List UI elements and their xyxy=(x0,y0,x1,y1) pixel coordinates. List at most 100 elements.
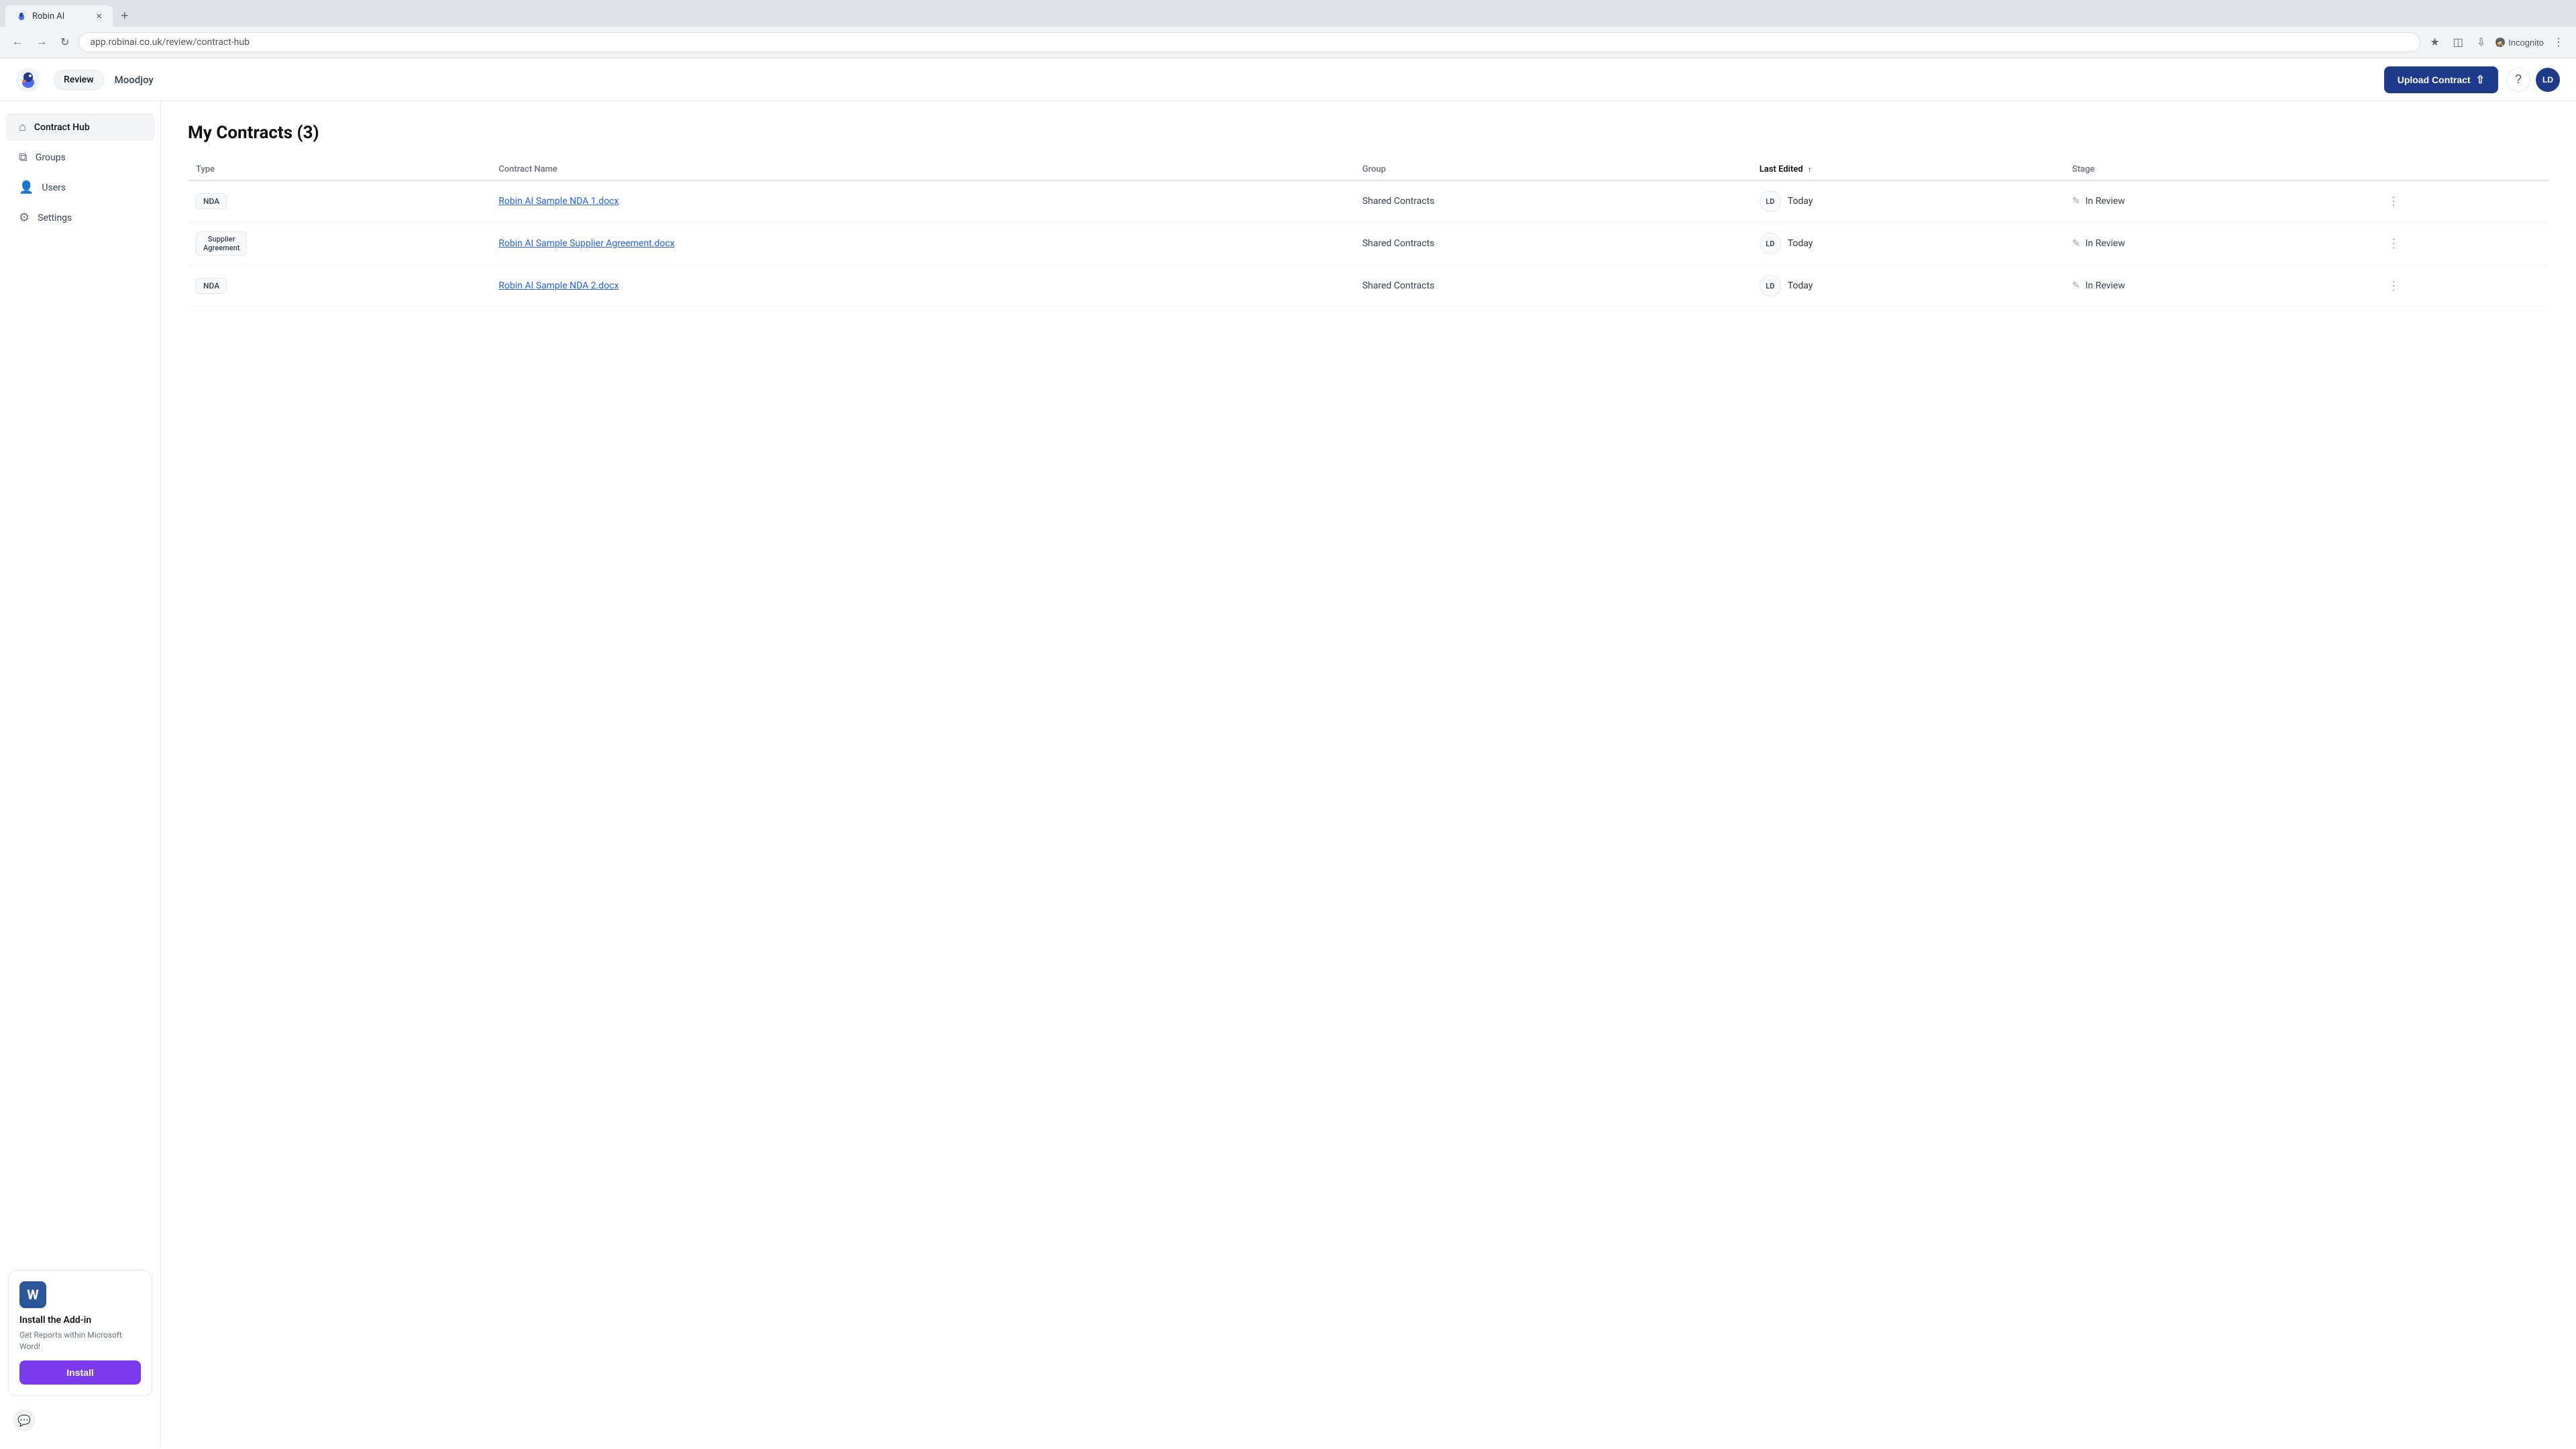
download-btn[interactable]: ⇩ xyxy=(2473,33,2489,52)
group-name: Shared Contracts xyxy=(1362,238,1435,249)
stage-text: In Review xyxy=(2086,196,2125,207)
nav-review[interactable]: Review xyxy=(54,70,104,90)
active-tab[interactable]: Robin AI × xyxy=(5,5,113,27)
nav-bar: ← → ↻ app.robinai.co.uk/review/contract-… xyxy=(0,27,2576,58)
table-header: Type Contract Name Group Last Edited ↑ S… xyxy=(188,159,2549,180)
contract-link[interactable]: Robin AI Sample NDA 2.docx xyxy=(498,280,619,291)
feedback-icon: 💬 xyxy=(17,1414,31,1427)
address-bar[interactable]: app.robinai.co.uk/review/contract-hub xyxy=(78,32,2420,52)
contract-link[interactable]: Robin AI Sample Supplier Agreement.docx xyxy=(498,238,674,249)
browser-chrome: Robin AI × + ← → ↻ app.robinai.co.uk/rev… xyxy=(0,0,2576,58)
row1-group: Shared Contracts xyxy=(1354,180,1752,222)
row3-stage: ✎ In Review xyxy=(2064,266,2374,307)
sidebar-item-settings[interactable]: ⚙ Settings xyxy=(5,204,155,231)
new-tab-btn[interactable]: + xyxy=(115,6,134,27)
stage-text: In Review xyxy=(2086,280,2125,291)
row-more-btn[interactable]: ⋮ xyxy=(2382,234,2405,254)
extensions-btn[interactable]: ◫ xyxy=(2449,33,2467,52)
sidebar-label-settings: Settings xyxy=(38,213,72,223)
back-btn[interactable]: ← xyxy=(8,34,27,51)
stage-text: In Review xyxy=(2086,238,2125,249)
row1-type: NDA xyxy=(188,180,490,222)
row2-stage: ✎ In Review xyxy=(2064,222,2374,266)
row2-last-edited: LD Today xyxy=(1752,222,2064,266)
sidebar: ⌂ Contract Hub ⧉ Groups 👤 Users ⚙ Settin… xyxy=(0,101,161,1447)
feedback-bubble-btn[interactable]: 💬 xyxy=(13,1409,35,1431)
addon-title: Install the Add-in xyxy=(19,1315,141,1326)
row3-last-edited: LD Today xyxy=(1752,266,2064,307)
upload-contract-btn[interactable]: Upload Contract ⇧ xyxy=(2384,66,2498,93)
app-container: Review Moodjoy Upload Contract ⇧ ? LD ⌂ … xyxy=(0,58,2576,1447)
robin-logo-icon xyxy=(16,68,40,92)
help-icon: ? xyxy=(2515,72,2522,87)
forward-btn[interactable]: → xyxy=(32,34,51,51)
word-icon: W xyxy=(19,1281,46,1308)
pencil-icon: ✎ xyxy=(2072,196,2080,207)
col-name: Contract Name xyxy=(490,159,1354,180)
col-last-edited[interactable]: Last Edited ↑ xyxy=(1752,159,2064,180)
table-row: NDA Robin AI Sample NDA 1.docx Shared Co… xyxy=(188,180,2549,222)
last-edited-text: Today xyxy=(1788,238,1813,249)
sort-arrow-icon: ↑ xyxy=(1808,165,1812,174)
tab-favicon xyxy=(16,11,27,21)
table-row: NDA Robin AI Sample NDA 2.docx Shared Co… xyxy=(188,266,2549,307)
addon-desc: Get Reports within Microsoft Word! xyxy=(19,1330,141,1352)
contract-link[interactable]: Robin AI Sample NDA 1.docx xyxy=(498,196,619,207)
tab-bar: Robin AI × + xyxy=(0,0,2576,27)
row3-name: Robin AI Sample NDA 2.docx xyxy=(490,266,1354,307)
col-stage: Stage xyxy=(2064,159,2374,180)
row-more-btn[interactable]: ⋮ xyxy=(2382,192,2405,211)
type-badge: NDA xyxy=(196,278,227,294)
user-avatar-btn[interactable]: LD xyxy=(2536,68,2560,92)
workspace-name: Moodjoy xyxy=(115,74,154,86)
row-more-btn[interactable]: ⋮ xyxy=(2382,276,2405,296)
table-row: SupplierAgreement Robin AI Sample Suppli… xyxy=(188,222,2549,266)
upload-btn-label: Upload Contract xyxy=(2398,74,2471,85)
tab-title: Robin AI xyxy=(32,11,64,21)
menu-btn[interactable]: ⋮ xyxy=(2549,33,2568,52)
last-edited-text: Today xyxy=(1788,280,1813,291)
sidebar-item-users[interactable]: 👤 Users xyxy=(5,174,155,201)
sidebar-item-groups[interactable]: ⧉ Groups xyxy=(5,144,155,171)
type-badge: NDA xyxy=(196,193,227,209)
pencil-icon: ✎ xyxy=(2072,238,2080,249)
col-actions xyxy=(2374,159,2549,180)
table-body: NDA Robin AI Sample NDA 1.docx Shared Co… xyxy=(188,180,2549,307)
sidebar-label-contract-hub: Contract Hub xyxy=(34,122,90,133)
user-avatar: LD xyxy=(1760,275,1781,297)
row3-group: Shared Contracts xyxy=(1354,266,1752,307)
col-type: Type xyxy=(188,159,490,180)
page-title: My Contracts (3) xyxy=(188,123,2549,143)
avatar-initials: LD xyxy=(2542,75,2553,85)
type-badge: SupplierAgreement xyxy=(196,231,247,256)
row2-name: Robin AI Sample Supplier Agreement.docx xyxy=(490,222,1354,266)
sidebar-item-contract-hub[interactable]: ⌂ Contract Hub xyxy=(5,113,155,141)
contracts-table: Type Contract Name Group Last Edited ↑ S… xyxy=(188,159,2549,307)
users-icon: 👤 xyxy=(19,180,34,195)
last-edited-text: Today xyxy=(1788,196,1813,207)
addon-install-btn[interactable]: Install xyxy=(19,1360,141,1385)
col-group: Group xyxy=(1354,159,1752,180)
user-avatar: LD xyxy=(1760,191,1781,212)
nav-actions: ★ ◫ ⇩ 🕵 Incognito ⋮ xyxy=(2426,33,2568,52)
help-btn[interactable]: ? xyxy=(2506,68,2530,92)
sidebar-label-groups: Groups xyxy=(36,152,66,163)
app-body: ⌂ Contract Hub ⧉ Groups 👤 Users ⚙ Settin… xyxy=(0,101,2576,1447)
address-text: app.robinai.co.uk/review/contract-hub xyxy=(90,37,250,48)
group-name: Shared Contracts xyxy=(1362,280,1435,291)
incognito-btn[interactable]: 🕵 Incognito xyxy=(2495,37,2544,48)
bookmark-btn[interactable]: ★ xyxy=(2426,33,2443,52)
tab-close-btn[interactable]: × xyxy=(96,11,102,21)
reload-btn[interactable]: ↻ xyxy=(56,33,73,52)
user-avatar: LD xyxy=(1760,233,1781,254)
row2-type: SupplierAgreement xyxy=(188,222,490,266)
app-logo xyxy=(16,68,40,92)
contract-hub-icon: ⌂ xyxy=(19,120,26,134)
incognito-label: Incognito xyxy=(2508,38,2544,48)
row2-group: Shared Contracts xyxy=(1354,222,1752,266)
row1-more: ⋮ xyxy=(2374,180,2549,222)
row1-stage: ✎ In Review xyxy=(2064,180,2374,222)
row3-more: ⋮ xyxy=(2374,266,2549,307)
sidebar-spacer xyxy=(0,233,160,1262)
row2-more: ⋮ xyxy=(2374,222,2549,266)
